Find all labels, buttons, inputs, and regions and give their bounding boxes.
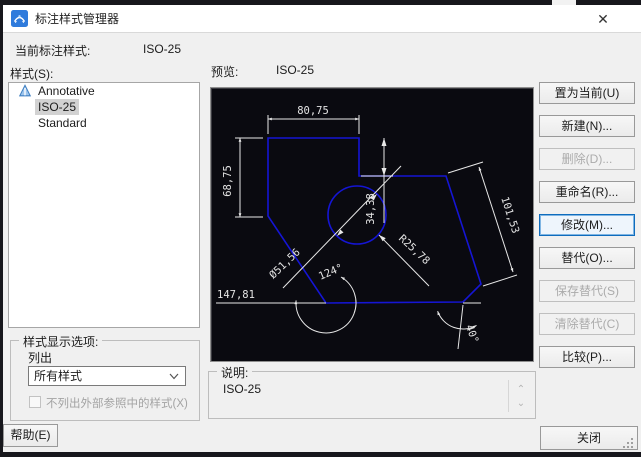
dim-aligned-text: 101,53 bbox=[498, 195, 521, 235]
dimension-texts: 80,75 68,75 34,38 101,53 Ø51,56 R25,78 1… bbox=[217, 105, 521, 345]
help-button[interactable]: 帮助(E) bbox=[3, 424, 58, 447]
dimension-lines bbox=[216, 115, 517, 349]
dim-width-text: 80,75 bbox=[297, 105, 329, 117]
styles-listbox[interactable]: Annotative ISO-25 Standard bbox=[8, 82, 200, 328]
dim-baseline-text: 147,81 bbox=[217, 289, 255, 301]
scroll-up-icon[interactable]: ⌃ bbox=[514, 384, 528, 395]
close-button[interactable]: 关闭 bbox=[540, 426, 638, 450]
delete-button: 删除(D)... bbox=[539, 148, 635, 170]
display-options-group-label: 样式显示选项: bbox=[19, 333, 102, 350]
style-filter-dropdown[interactable]: 所有样式 bbox=[28, 366, 186, 386]
preview-label: 预览: bbox=[211, 63, 238, 80]
dim-diameter-text: Ø51,56 bbox=[267, 246, 303, 281]
description-group-label: 说明: bbox=[217, 364, 252, 381]
compare-button[interactable]: 比较(P)... bbox=[539, 346, 635, 368]
list-item-iso25[interactable]: ISO-25 bbox=[9, 99, 199, 115]
description-group: 说明: ISO-25 ⌃ ⌄ bbox=[208, 371, 536, 419]
style-name: Annotative bbox=[38, 84, 95, 98]
dim-angle-main-text: 124° bbox=[317, 262, 345, 283]
description-divider bbox=[508, 380, 509, 412]
list-item-annotative[interactable]: Annotative bbox=[9, 83, 199, 99]
dim-step-text: 34,38 bbox=[365, 193, 377, 225]
dim-height-text: 68,75 bbox=[222, 165, 234, 197]
style-filter-value: 所有样式 bbox=[34, 369, 82, 383]
resize-grip[interactable] bbox=[619, 434, 621, 436]
styles-list-label: 样式(S): bbox=[10, 65, 53, 82]
hide-xref-label: 不列出外部参照中的样式(X) bbox=[46, 395, 188, 411]
dialog-title: 标注样式管理器 bbox=[35, 10, 119, 27]
close-icon[interactable]: ✕ bbox=[591, 8, 615, 30]
current-style-label: 当前标注样式: bbox=[15, 42, 90, 59]
description-text: ISO-25 bbox=[223, 382, 261, 396]
titlebar: 标注样式管理器 ✕ bbox=[3, 5, 641, 33]
chevron-down-icon bbox=[169, 370, 179, 382]
style-name: ISO-25 bbox=[38, 100, 76, 114]
new-button[interactable]: 新建(N)... bbox=[539, 115, 635, 137]
annotative-icon bbox=[18, 84, 32, 98]
preview-style-value: ISO-25 bbox=[276, 63, 314, 77]
clear-override-button: 清除替代(C) bbox=[539, 313, 635, 335]
list-filter-label: 列出 bbox=[28, 349, 52, 366]
override-button[interactable]: 替代(O)... bbox=[539, 247, 635, 269]
current-style-value: ISO-25 bbox=[143, 42, 181, 56]
dim-radius-text: R25,78 bbox=[396, 232, 432, 267]
modify-button[interactable]: 修改(M)... bbox=[539, 214, 635, 236]
scroll-down-icon[interactable]: ⌄ bbox=[514, 398, 528, 409]
rename-button[interactable]: 重命名(R)... bbox=[539, 181, 635, 203]
style-name: Standard bbox=[38, 116, 87, 130]
dim-angle-small-text: 40° bbox=[463, 323, 481, 345]
hide-xref-checkbox bbox=[29, 396, 41, 408]
set-current-button[interactable]: 置为当前(U) bbox=[539, 82, 635, 104]
save-override-button: 保存替代(S) bbox=[539, 280, 635, 302]
preview-drawing: 80,75 68,75 34,38 101,53 Ø51,56 R25,78 1… bbox=[211, 88, 533, 361]
list-item-standard[interactable]: Standard bbox=[9, 115, 199, 131]
selected-style-highlight: ISO-25 bbox=[35, 99, 79, 115]
dimension-style-manager-dialog: 标注样式管理器 ✕ 当前标注样式: ISO-25 样式(S): Annotati… bbox=[3, 5, 641, 452]
app-dimension-icon bbox=[11, 10, 28, 27]
dimension-preview-canvas: 80,75 68,75 34,38 101,53 Ø51,56 R25,78 1… bbox=[210, 87, 534, 362]
